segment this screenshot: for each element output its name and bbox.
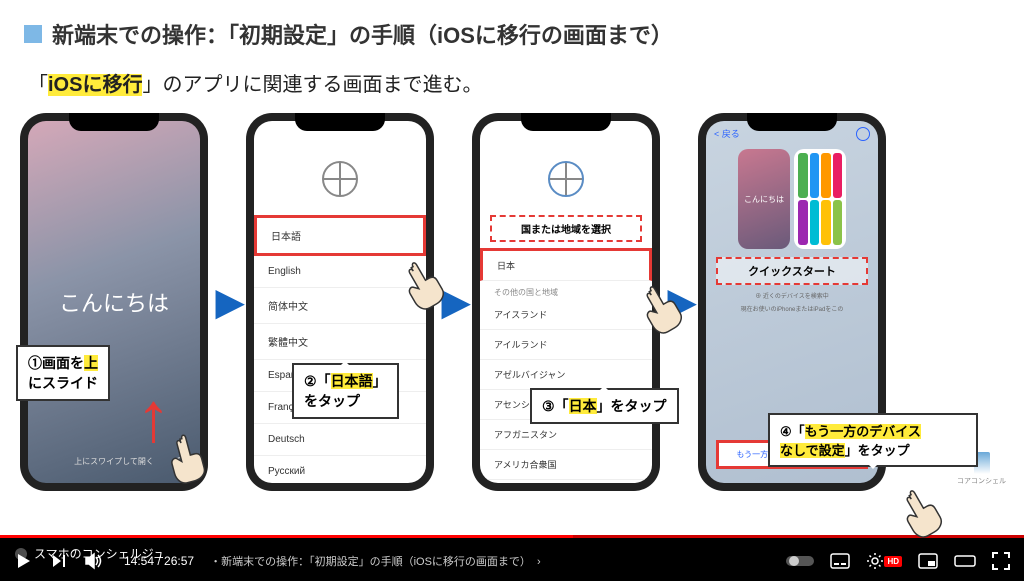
callout-text: ③「 xyxy=(542,398,569,414)
hd-badge: HD xyxy=(884,556,902,567)
theater-button[interactable] xyxy=(954,553,976,569)
region-subheader: その他の国と地域 xyxy=(480,281,652,300)
callout-text: 」 xyxy=(373,373,387,389)
app-icon xyxy=(833,200,843,245)
screen-region: 国または地域を選択 日本 その他の国と地域 アイスランド アイルランド アゼルバ… xyxy=(480,121,652,483)
callout-step-1: ①画面を上にスライド xyxy=(16,345,110,401)
callout-highlight: 日本 xyxy=(569,398,597,414)
old-phone-text: こんにちは xyxy=(744,194,784,205)
arrow-right-icon: ▶ xyxy=(442,281,464,323)
quickstart-preview: こんにちは xyxy=(706,149,878,249)
app-icon xyxy=(833,153,843,198)
video-content: 新端末での操作：「初期設定」の手順（iOSに移行の画面まで） 「iOSに移行」の… xyxy=(0,0,1024,538)
language-item: 简体中文 xyxy=(254,288,426,324)
brand-label: コアコンシェル xyxy=(957,478,1006,485)
chapter-title[interactable]: ・新端末での操作：「初期設定」の手順（iOSに移行の画面まで） › xyxy=(210,553,541,569)
quickstart-sub1: ⊕ 近くのデバイスを検索中 xyxy=(706,289,878,302)
autoplay-toggle[interactable] xyxy=(786,554,814,568)
up-arrow-icon: ↑ xyxy=(136,400,171,435)
captions-button[interactable] xyxy=(830,553,850,569)
channel-icon xyxy=(14,547,28,561)
total-time: 26:57 xyxy=(164,554,194,568)
callout-highlight: もう一方のデバイス xyxy=(805,424,921,439)
region-item: アゼルバイジャン xyxy=(480,360,652,390)
callout-text: をタップ xyxy=(304,393,360,409)
back-button: < 戻る xyxy=(714,127,740,140)
callout-highlight: 日本語 xyxy=(331,373,373,389)
subtitle-post: 」のアプリに関連する画面まで進む。 xyxy=(142,74,482,96)
language-item: English xyxy=(254,256,426,288)
miniplayer-button[interactable] xyxy=(918,553,938,569)
callout-text: ④「 xyxy=(780,424,805,439)
callout-text: ②「 xyxy=(304,373,331,389)
slide-title-bar: 新端末での操作：「初期設定」の手順（iOSに移行の画面まで） xyxy=(0,0,1024,58)
region-header: 国または地域を選択 xyxy=(490,215,642,242)
notch-icon xyxy=(521,113,611,131)
chapter-text: ・新端末での操作：「初期設定」の手順（iOSに移行の画面まで） xyxy=(210,556,531,568)
callout-text: 」をタップ xyxy=(597,398,667,414)
accessibility-icon xyxy=(856,127,870,141)
callout-text: 」をタップ xyxy=(845,443,910,458)
settings-button[interactable]: HD xyxy=(866,552,902,570)
subtitle-pre: 「 xyxy=(28,74,48,96)
hello-text: こんにちは xyxy=(59,286,169,318)
notch-icon xyxy=(747,113,837,131)
callout-highlight: 上 xyxy=(84,355,98,371)
channel-name[interactable]: スマホのコンシェルジュ xyxy=(14,545,165,562)
region-item: アイスランド xyxy=(480,300,652,330)
globe-icon xyxy=(548,161,584,197)
arrow-right-icon: ▶ xyxy=(216,281,238,323)
screen-hello: こんにちは 上にスワイプして開く i xyxy=(28,121,200,483)
progress-bar[interactable] xyxy=(0,535,1024,538)
info-icon: i xyxy=(174,457,188,471)
notch-icon xyxy=(295,113,385,131)
phone-2: 日本語 English 简体中文 繁體中文 Español Français D… xyxy=(246,113,434,491)
fullscreen-button[interactable] xyxy=(992,552,1010,570)
app-icon xyxy=(810,153,820,198)
app-icon xyxy=(810,200,820,245)
region-item-japan: 日本 xyxy=(480,248,652,281)
arrow-right-icon: ▶ xyxy=(668,281,690,323)
language-item-japanese: 日本語 xyxy=(254,215,426,256)
phone-3: 国または地域を選択 日本 その他の国と地域 アイスランド アイルランド アゼルバ… xyxy=(472,113,660,491)
callout-text: にスライド xyxy=(28,375,98,391)
subtitle-highlight: iOSに移行 xyxy=(48,74,142,96)
slide-subtitle: 「iOSに移行」のアプリに関連する画面まで進む。 xyxy=(0,58,1024,109)
callout-step-4: ④「もう一方のデバイスなしで設定」をタップ xyxy=(768,413,978,467)
callout-text: ①画面を xyxy=(28,355,84,371)
phone-1: こんにちは 上にスワイプして開く i xyxy=(20,113,208,491)
globe-icon xyxy=(322,161,358,197)
language-item: Deutsch xyxy=(254,424,426,456)
region-item: アラブ首長国連邦 xyxy=(480,480,652,483)
app-icon xyxy=(798,153,808,198)
new-phone-icon xyxy=(794,149,846,249)
region-item: アイルランド xyxy=(480,330,652,360)
quickstart-title: クイックスタート xyxy=(716,257,868,285)
app-icon xyxy=(798,200,808,245)
notch-icon xyxy=(69,113,159,131)
region-item: アフガニスタン xyxy=(480,420,652,450)
app-icon xyxy=(821,200,831,245)
title-bullet-icon xyxy=(24,25,42,43)
callout-highlight: なしで設定 xyxy=(780,443,845,458)
quickstart-sub2: 現在お使いのiPhoneまたはiPadをこの xyxy=(706,302,878,315)
language-item: Русский xyxy=(254,456,426,483)
callout-step-2: ②「日本語」をタップ xyxy=(292,363,399,419)
app-icon xyxy=(821,153,831,198)
swipe-hint: 上にスワイプして開く xyxy=(74,456,154,467)
callout-step-3: ③「日本」をタップ xyxy=(530,388,679,424)
channel-label: スマホのコンシェルジュ xyxy=(34,545,165,562)
slide-title: 新端末での操作：「初期設定」の手順（iOSに移行の画面まで） xyxy=(52,18,673,50)
screen-language: 日本語 English 简体中文 繁體中文 Español Français D… xyxy=(254,121,426,483)
old-phone-icon: こんにちは xyxy=(738,149,790,249)
region-item: アメリカ合衆国 xyxy=(480,450,652,480)
